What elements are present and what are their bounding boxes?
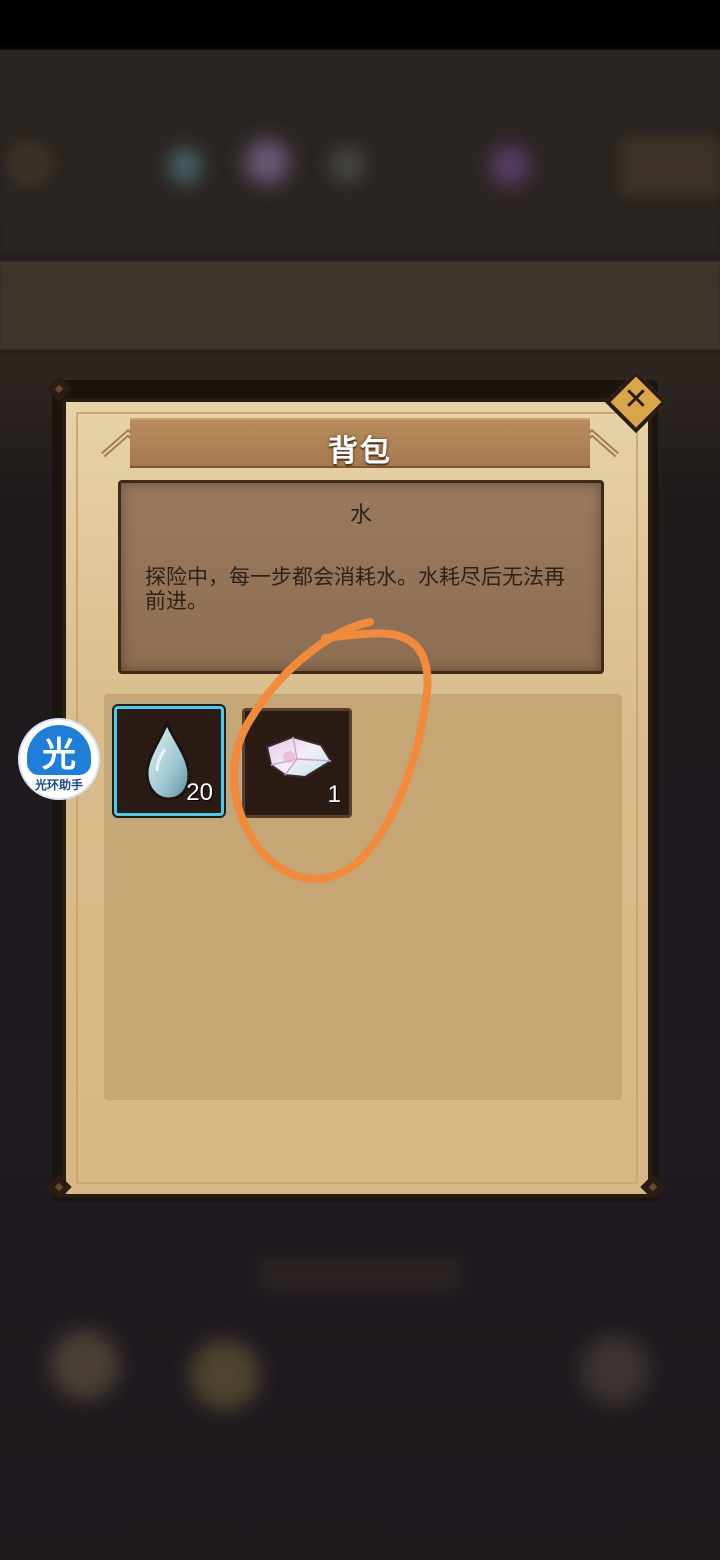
background-nav-icon — [580, 1335, 650, 1405]
dialog-title: 背包 — [328, 434, 392, 469]
background-top-bar — [0, 50, 720, 255]
background-resource-icon — [170, 148, 200, 184]
background-band — [0, 262, 720, 352]
title-banner: 背包 — [130, 418, 590, 469]
item-name: 水 — [349, 503, 372, 528]
helper-label: 光环助手 — [34, 778, 83, 792]
corner-ornament — [42, 372, 76, 406]
background-resource-icon — [330, 148, 364, 182]
background-button — [620, 138, 720, 196]
status-bar — [0, 0, 720, 50]
background-label — [260, 1258, 460, 1290]
background-nav-icon — [50, 1330, 120, 1400]
helper-logo: 光 — [27, 725, 91, 775]
background-coin-icon — [6, 140, 54, 188]
helper-assistant-badge[interactable]: 光 光环助手 — [20, 720, 98, 798]
inventory-slot-water[interactable]: 20 — [114, 706, 224, 816]
annotation-circle — [230, 618, 432, 883]
background-resource-icon — [245, 140, 289, 184]
item-count: 20 — [186, 779, 213, 806]
background-nav-icon — [190, 1340, 260, 1410]
corner-ornament — [42, 1170, 76, 1204]
close-icon: ✕ — [623, 382, 649, 417]
close-button[interactable]: ✕ — [604, 370, 668, 434]
item-description: 探险中，每一步都会消耗水。水耗尽后无法再前进。 — [145, 565, 565, 613]
background-resource-icon — [490, 146, 530, 186]
helper-logo-char: 光 — [42, 735, 76, 775]
corner-ornament — [636, 1170, 670, 1204]
